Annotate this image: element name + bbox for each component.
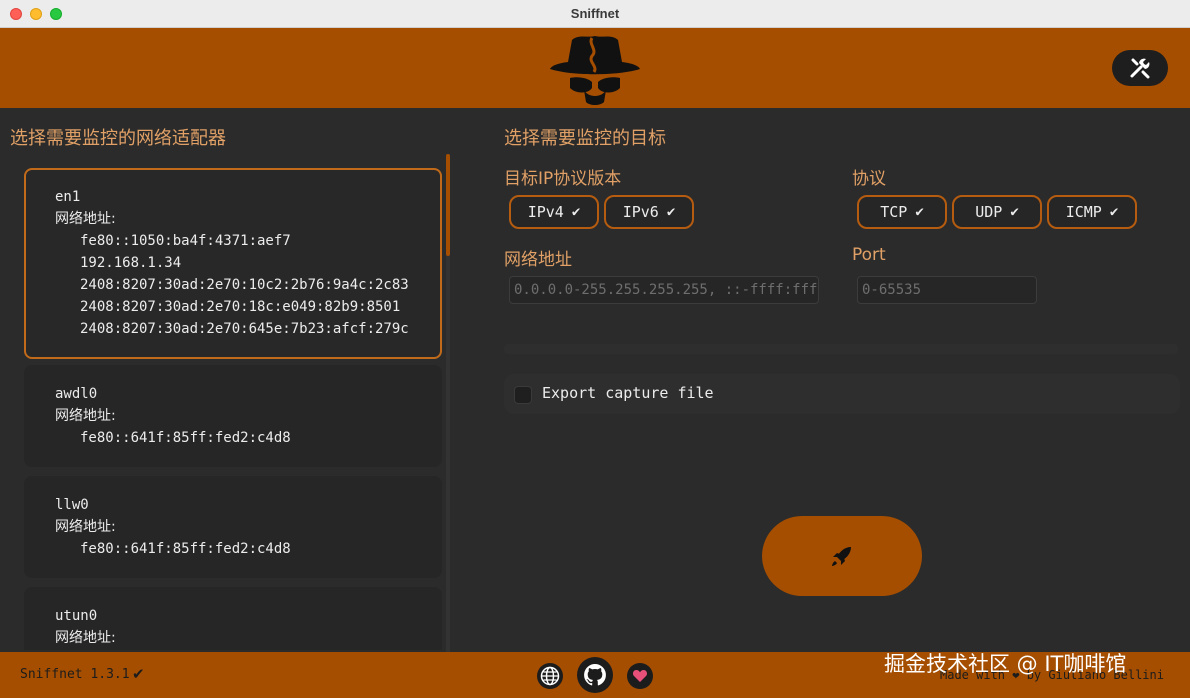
export-capture-checkbox[interactable] bbox=[514, 386, 532, 404]
section-divider bbox=[504, 344, 1178, 354]
adapter-name: llw0 bbox=[55, 497, 89, 513]
address-value: 2408:8207:30ad:2e70:18c:e049:82b9:8501 bbox=[80, 299, 401, 315]
address-value: fe80::1050:ba4f:4371:aef7 bbox=[80, 233, 291, 249]
ipv6-toggle[interactable]: IPv6 ✔ bbox=[604, 195, 694, 229]
check-icon: ✔ bbox=[571, 204, 581, 220]
udp-toggle[interactable]: UDP ✔ bbox=[952, 195, 1042, 229]
address-value: fe80::641f:85ff:fed2:c4d8 bbox=[80, 430, 291, 446]
check-icon: ✔ bbox=[666, 204, 676, 220]
github-icon bbox=[584, 664, 606, 686]
adapter-name: awdl0 bbox=[55, 386, 98, 402]
port-filter-label: Port bbox=[852, 245, 886, 265]
adapter-scrollbar-thumb[interactable] bbox=[446, 154, 450, 256]
check-icon: ✔ bbox=[1010, 204, 1019, 220]
adapter-card-utun0[interactable]: utun0 网络地址: bbox=[24, 587, 442, 650]
icmp-label: ICMP bbox=[1065, 203, 1102, 221]
address-filter-input[interactable]: 0.0.0.0-255.255.255.255, ::-ffff:fff bbox=[509, 276, 819, 304]
window-title: Sniffnet bbox=[570, 6, 620, 21]
adapter-card-awdl0[interactable]: awdl0 网络地址: fe80::641f:85ff:fed2:c4d8 bbox=[24, 365, 442, 467]
address-value: 2408:8207:30ad:2e70:645e:7b23:afcf:279c bbox=[80, 321, 409, 337]
ipv6-label: IPv6 bbox=[622, 203, 659, 221]
adapter-card-en1[interactable]: en1 网络地址: fe80::1050:ba4f:4371:aef7 192.… bbox=[24, 168, 442, 359]
address-label: 网络地址: bbox=[55, 408, 116, 424]
window-titlebar: Sniffnet bbox=[0, 0, 1190, 28]
website-button[interactable] bbox=[537, 663, 563, 689]
address-filter-label: 网络地址 bbox=[504, 250, 572, 270]
heart-icon bbox=[632, 670, 648, 682]
ipv4-toggle[interactable]: IPv4 ✔ bbox=[509, 195, 599, 229]
tcp-label: TCP bbox=[880, 203, 908, 221]
app-header bbox=[0, 28, 1190, 108]
export-capture-label: Export capture file bbox=[542, 384, 714, 402]
ip-version-label: 目标IP协议版本 bbox=[504, 169, 622, 189]
icmp-toggle[interactable]: ICMP ✔ bbox=[1047, 195, 1137, 229]
adapter-list[interactable]: en1 网络地址: fe80::1050:ba4f:4371:aef7 192.… bbox=[22, 164, 444, 650]
watermark-text: 掘金技术社区 @ IT咖啡馆 bbox=[884, 652, 1127, 676]
up-to-date-check-icon: ✔ bbox=[132, 665, 145, 683]
adapter-name: utun0 bbox=[55, 608, 98, 624]
check-icon: ✔ bbox=[1109, 204, 1119, 220]
adapter-card-llw0[interactable]: llw0 网络地址: fe80::641f:85ff:fed2:c4d8 bbox=[24, 476, 442, 578]
adapter-name: en1 bbox=[55, 189, 81, 205]
address-value: 192.168.1.34 bbox=[80, 255, 182, 271]
address-value: fe80::641f:85ff:fed2:c4d8 bbox=[80, 541, 291, 557]
settings-button[interactable] bbox=[1112, 50, 1168, 86]
version-label: Sniffnet 1.3.1 bbox=[20, 667, 130, 682]
address-label: 网络地址: bbox=[55, 519, 116, 535]
filter-section-title: 选择需要监控的目标 bbox=[504, 128, 666, 149]
sponsor-button[interactable] bbox=[627, 663, 653, 689]
address-label: 网络地址: bbox=[55, 211, 116, 227]
rocket-icon bbox=[832, 547, 851, 566]
tcp-toggle[interactable]: TCP ✔ bbox=[857, 195, 947, 229]
sniffnet-logo-icon bbox=[550, 36, 640, 105]
ipv4-label: IPv4 bbox=[527, 203, 564, 221]
check-icon: ✔ bbox=[915, 204, 924, 220]
export-capture-row[interactable]: Export capture file bbox=[504, 374, 1180, 414]
protocol-label: 协议 bbox=[852, 169, 886, 189]
udp-label: UDP bbox=[975, 203, 1003, 221]
wrench-screwdriver-icon bbox=[1130, 58, 1150, 79]
adapter-section-title: 选择需要监控的网络适配器 bbox=[10, 128, 226, 149]
start-capture-button[interactable] bbox=[762, 516, 922, 596]
address-label: 网络地址: bbox=[55, 630, 116, 646]
port-filter-input[interactable]: 0-65535 bbox=[857, 276, 1037, 304]
address-value: 2408:8207:30ad:2e70:10c2:2b76:9a4c:2c83 bbox=[80, 277, 409, 293]
github-button[interactable] bbox=[577, 657, 613, 693]
globe-icon bbox=[540, 666, 560, 686]
